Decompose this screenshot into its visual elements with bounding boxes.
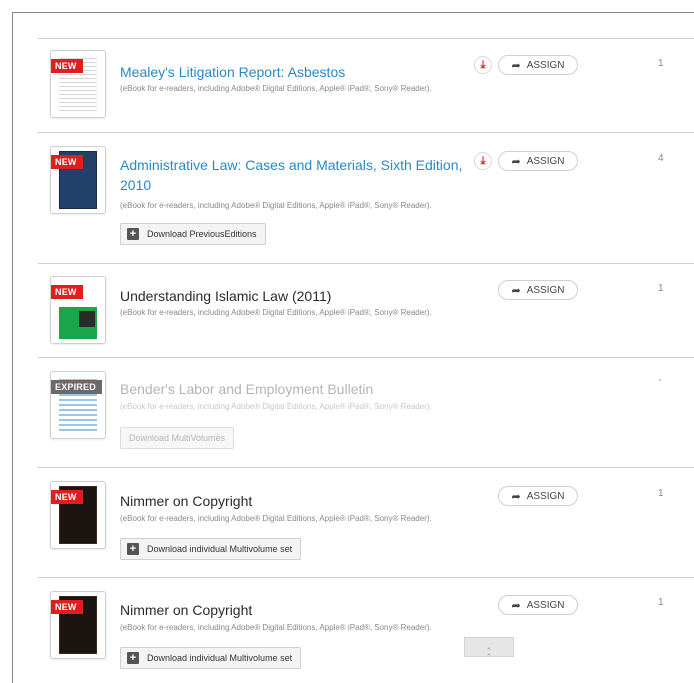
- copy-count: -: [658, 375, 662, 386]
- new-badge: NEW: [51, 59, 83, 73]
- list-item: NEW Understanding Islamic Law (2011) (eB…: [38, 263, 694, 358]
- book-format-note: (eBook for e-readers, including Adobe® D…: [120, 402, 432, 411]
- assign-button[interactable]: ➦ ASSIGN: [498, 595, 578, 615]
- book-title: Bender's Labor and Employment Bulletin: [120, 381, 374, 397]
- book-thumbnail[interactable]: NEW: [50, 276, 106, 344]
- plus-icon: +: [127, 543, 139, 555]
- copy-count: 1: [658, 283, 664, 294]
- new-badge: NEW: [51, 490, 83, 504]
- book-format-note: (eBook for e-readers, including Adobe® D…: [120, 84, 432, 93]
- book-title-link[interactable]: Administrative Law: Cases and Materials,…: [120, 155, 465, 195]
- book-title[interactable]: Nimmer on Copyright: [120, 600, 465, 620]
- book-title[interactable]: Understanding Islamic Law (2011): [120, 286, 465, 306]
- copy-count: 1: [658, 488, 664, 499]
- book-format-note: (eBook for e-readers, including Adobe® D…: [120, 308, 432, 317]
- assign-label: ASSIGN: [526, 284, 565, 296]
- download-multivolume-set-button[interactable]: + Download individual Multivolume set: [120, 647, 302, 669]
- download-icon[interactable]: ⤓: [474, 56, 492, 74]
- download-multivolumes-button[interactable]: Download MultiVolumes: [120, 427, 235, 449]
- double-chevron-up-icon: ‸ ‸: [487, 638, 491, 656]
- list-item: NEW Nimmer on Copyright (eBook for e-rea…: [38, 467, 694, 578]
- book-title[interactable]: Nimmer on Copyright: [120, 491, 465, 511]
- plus-icon: +: [127, 228, 139, 240]
- list-item: EXPIRED Bender's Labor and Employment Bu…: [38, 357, 694, 468]
- book-thumbnail[interactable]: NEW: [50, 146, 106, 214]
- assign-button[interactable]: ➦ ASSIGN: [498, 55, 578, 75]
- assign-label: ASSIGN: [526, 59, 565, 71]
- download-previous-editions-button[interactable]: + Download PreviousEditions: [120, 223, 266, 245]
- share-arrow-icon: ➦: [511, 599, 521, 612]
- list-item: NEW Administrative Law: Cases and Materi…: [38, 132, 694, 264]
- download-button-label: Download MultiVolumes: [129, 433, 226, 443]
- share-arrow-icon: ➦: [511, 284, 521, 297]
- assign-button[interactable]: ➦ ASSIGN: [498, 151, 578, 171]
- book-thumbnail[interactable]: NEW: [50, 481, 106, 549]
- plus-icon: +: [127, 652, 139, 664]
- share-arrow-icon: ➦: [511, 155, 521, 168]
- assign-label: ASSIGN: [526, 490, 565, 502]
- share-arrow-icon: ➦: [511, 490, 521, 503]
- book-thumbnail[interactable]: NEW: [50, 591, 106, 659]
- assign-label: ASSIGN: [526, 155, 565, 167]
- expired-badge: EXPIRED: [51, 380, 102, 394]
- new-badge: NEW: [51, 600, 83, 614]
- list-item: NEW Nimmer on Copyright (eBook for e-rea…: [38, 577, 694, 677]
- book-thumbnail[interactable]: EXPIRED: [50, 371, 106, 439]
- book-title-link[interactable]: Mealey's Litigation Report: Asbestos: [120, 62, 465, 82]
- assign-label: ASSIGN: [526, 599, 565, 611]
- download-button-label: Download individual Multivolume set: [147, 544, 293, 554]
- book-thumbnail[interactable]: NEW: [50, 50, 106, 118]
- book-format-note: (eBook for e-readers, including Adobe® D…: [120, 623, 432, 632]
- copy-count: 4: [658, 153, 664, 164]
- book-format-note: (eBook for e-readers, including Adobe® D…: [120, 514, 432, 523]
- assign-button[interactable]: ➦ ASSIGN: [498, 280, 578, 300]
- download-icon[interactable]: ⤓: [474, 152, 492, 170]
- new-badge: NEW: [51, 155, 83, 169]
- book-format-note: (eBook for e-readers, including Adobe® D…: [120, 201, 432, 210]
- download-button-label: Download PreviousEditions: [147, 229, 257, 239]
- cover-image: [79, 311, 95, 327]
- download-multivolume-set-button[interactable]: + Download individual Multivolume set: [120, 538, 302, 560]
- new-badge: NEW: [51, 285, 83, 299]
- list-item: NEW Mealey's Litigation Report: Asbestos…: [38, 38, 694, 133]
- copy-count: 1: [658, 58, 664, 69]
- assign-button[interactable]: ➦ ASSIGN: [498, 486, 578, 506]
- download-button-label: Download individual Multivolume set: [147, 653, 293, 663]
- copy-count: 1: [658, 597, 664, 608]
- share-arrow-icon: ➦: [511, 59, 521, 72]
- scroll-to-top-button[interactable]: ‸ ‸: [464, 637, 514, 657]
